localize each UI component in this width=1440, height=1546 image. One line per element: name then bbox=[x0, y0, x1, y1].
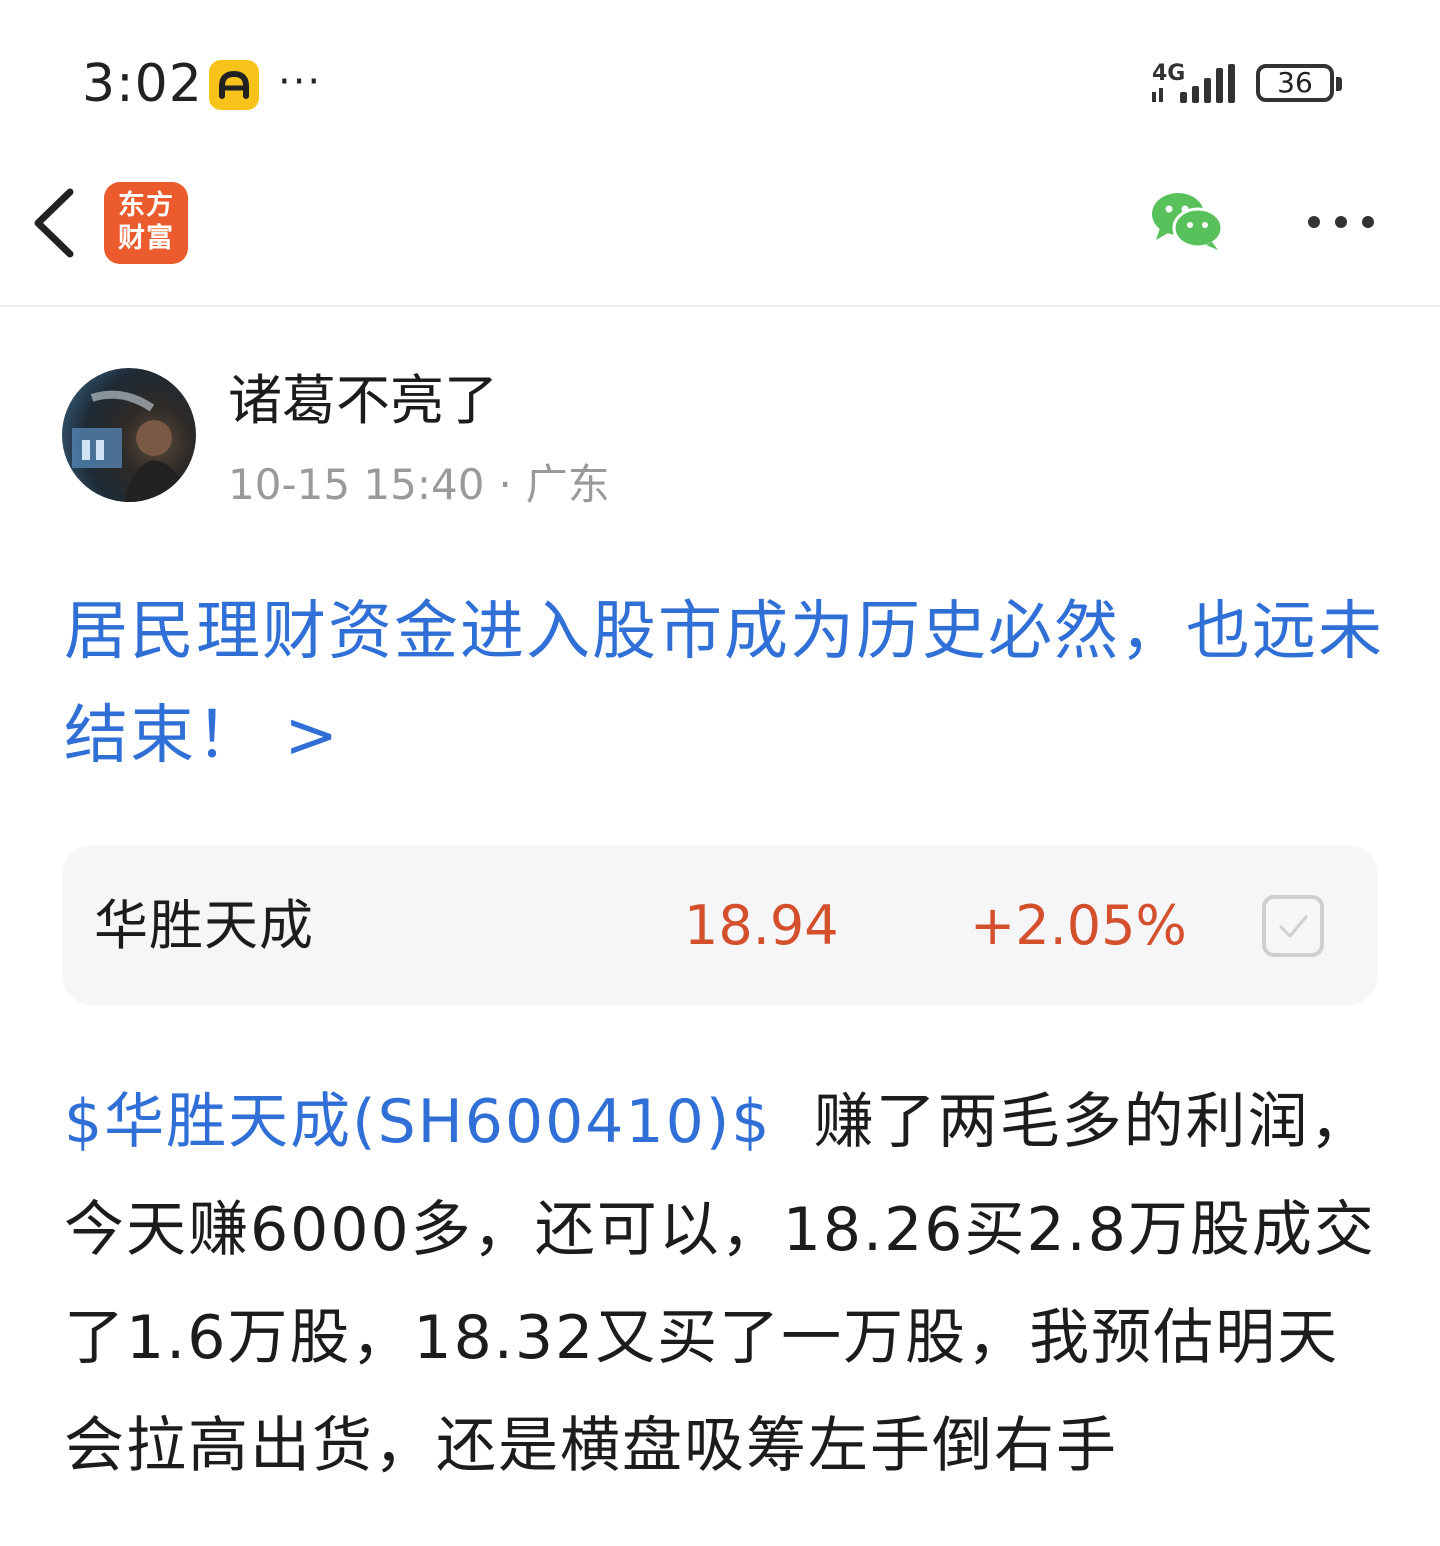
logo-line-2: 财富 bbox=[118, 223, 174, 254]
author-name[interactable]: 诸葛不亮了 bbox=[228, 366, 498, 436]
more-options-button[interactable] bbox=[1306, 210, 1376, 238]
back-button[interactable] bbox=[30, 186, 80, 264]
checkbox-icon[interactable] bbox=[1262, 895, 1324, 957]
stock-price: 18.94 bbox=[684, 894, 839, 957]
wechat-share-button[interactable] bbox=[1150, 190, 1224, 256]
author-avatar[interactable] bbox=[62, 368, 196, 502]
page: 3:02 ··· 4G 36 东方 财富 诸葛不亮了 10-15 15:40 ·… bbox=[0, 0, 1440, 1546]
nav-divider bbox=[0, 305, 1440, 307]
status-time: 3:02 bbox=[82, 54, 203, 114]
status-more-indicator: ··· bbox=[278, 59, 323, 105]
stock-quote-card[interactable]: 华胜天成 18.94 +2.05% bbox=[62, 845, 1378, 1005]
post-meta: 10-15 15:40 · 广东 bbox=[228, 456, 610, 514]
article-title-link[interactable]: 居民理财资金进入股市成为历史必然，也远未结束！ > bbox=[64, 580, 1384, 788]
network-type-label: 4G bbox=[1152, 61, 1185, 86]
stock-tag-link[interactable]: $华胜天成(SH600410)$ bbox=[64, 1087, 771, 1157]
post-content: $华胜天成(SH600410)$ 赚了两毛多的利润，今天赚6000多，还可以，1… bbox=[64, 1068, 1384, 1500]
stock-name: 华胜天成 bbox=[94, 894, 314, 957]
meta-separator: · bbox=[498, 460, 512, 509]
wechat-icon bbox=[1152, 193, 1224, 250]
post-location: 广东 bbox=[525, 460, 610, 509]
logo-line-1: 东方 bbox=[118, 190, 174, 221]
more-horizontal-icon bbox=[1308, 216, 1374, 228]
chevron-left-icon bbox=[34, 188, 74, 258]
stock-change-percent: +2.05% bbox=[970, 894, 1187, 957]
battery-percentage: 36 bbox=[1277, 66, 1313, 99]
eastmoney-logo[interactable]: 东方 财富 bbox=[104, 182, 188, 264]
battery-icon: 36 bbox=[1256, 64, 1342, 102]
signal-icon: 4G bbox=[1150, 58, 1240, 112]
app-notification-icon bbox=[209, 60, 259, 110]
post-date: 10-15 15:40 bbox=[228, 460, 485, 509]
